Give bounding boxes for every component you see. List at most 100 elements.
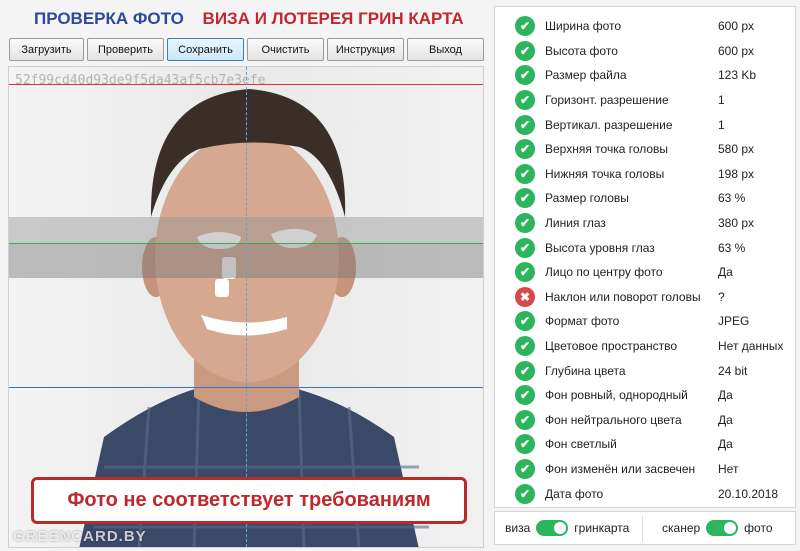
check-value: 198 px: [718, 166, 755, 181]
check-row: ✔ Размер головы 63 %: [495, 186, 795, 211]
check-value: 63 %: [718, 240, 746, 255]
check-label: Линия глаз: [545, 216, 606, 231]
check-label: Наклон или поворот головы: [545, 289, 701, 304]
check-circle-icon: ✔: [515, 336, 535, 357]
check-label: Горизонт. разрешение: [545, 93, 669, 108]
check-label: Вертикал. разрешение: [545, 117, 673, 132]
check-row: ✔ Фон светлый Да: [495, 432, 795, 457]
check-circle-icon: ✔: [515, 434, 535, 455]
check-circle-icon: ✔: [515, 360, 535, 381]
check-value: Да: [718, 265, 733, 280]
check-circle-icon: ✔: [515, 163, 535, 184]
toggle-greencard-label: гринкарта: [574, 521, 630, 535]
check-value: Да: [718, 412, 733, 427]
toggle-divider: [642, 516, 643, 542]
exit-button[interactable]: Выход: [407, 38, 484, 61]
check-row: ✔ Линия глаз 380 px: [495, 211, 795, 236]
toggle-photo-label: фото: [744, 521, 773, 535]
toggle-scanner-label: сканер: [662, 521, 701, 535]
center-line: [246, 67, 247, 547]
check-value: ?: [718, 289, 725, 304]
check-circle-icon: ✔: [515, 237, 535, 258]
check-label: Дата фото: [545, 486, 604, 501]
checks-panel: ✔ Ширина фото 600 px ✔ Высота фото 600 px ✔ Раз…: [494, 6, 796, 508]
check-label: Размер файла: [545, 68, 627, 83]
check-value: 600 px: [718, 19, 755, 34]
check-value: 123 Kb: [718, 68, 757, 83]
check-label: Глубина цвета: [545, 363, 626, 378]
check-label: Лицо по центру фото: [545, 265, 663, 280]
check-circle-icon: ✔: [515, 65, 535, 86]
title-photo-check: ПРОВЕРКА ФОТО: [34, 9, 184, 28]
check-row: ✔ Вертикал. разрешение 1: [495, 112, 795, 137]
check-value: Нет данных: [718, 339, 784, 354]
check-row: ✔ Верхняя точка головы 580 px: [495, 137, 795, 162]
check-row: ✔ Фон изменён или засвечен Нет: [495, 457, 795, 482]
title-visa-greencard: ВИЗА И ЛОТЕРЕЯ ГРИН КАРТА: [202, 9, 464, 28]
check-circle-icon: ✔: [515, 213, 535, 234]
check-label: Размер головы: [545, 191, 629, 206]
check-row: ✔ Высота фото 600 px: [495, 39, 795, 64]
cross-circle-icon: ✖: [515, 286, 535, 307]
check-value: 24 bit: [718, 363, 748, 378]
check-label: Фон нейтрального цвета: [545, 412, 682, 427]
scanner-photo-toggle-group: сканер фото: [662, 512, 773, 544]
check-row: ✔ Высота уровня глаз 63 %: [495, 235, 795, 260]
check-circle-icon: ✔: [515, 188, 535, 209]
check-value: 20.10.2018: [718, 486, 779, 501]
check-row: ✔ Дата фото 20.10.2018: [495, 481, 795, 506]
clear-button[interactable]: Очистить: [247, 38, 324, 61]
check-row: ✔ Горизонт. разрешение 1: [495, 88, 795, 113]
check-row: ✖ Наклон или поворот головы?: [495, 285, 795, 310]
check-value: 580 px: [718, 142, 755, 157]
save-button[interactable]: Сохранить: [167, 38, 244, 61]
verdict-banner: Фото не соответствует требованиям: [31, 477, 467, 524]
watermark: GREENCARD.BY: [13, 528, 147, 545]
check-button[interactable]: Проверить: [87, 38, 164, 61]
check-value: Да: [718, 388, 733, 403]
scanner-photo-switch[interactable]: [706, 520, 739, 536]
check-circle-icon: ✔: [515, 459, 535, 480]
app-title: ПРОВЕРКА ФОТО ВИЗА И ЛОТЕРЕЯ ГРИН КАРТА: [34, 9, 464, 29]
check-value: 1: [718, 117, 725, 132]
check-label: Формат фото: [545, 314, 620, 329]
check-value: 1: [718, 93, 725, 108]
photo-hash: 52f99cd40d93de9f5da43af5cb7e3efe: [15, 73, 266, 88]
check-circle-icon: ✔: [515, 90, 535, 111]
check-value: 380 px: [718, 216, 755, 231]
check-circle-icon: ✔: [515, 311, 535, 332]
check-row: ✔ Ширина фото 600 px: [495, 14, 795, 39]
check-row: ✔ Формат фото JPEG: [495, 309, 795, 334]
check-label: Высота фото: [545, 43, 618, 58]
instruction-button[interactable]: Инструкция: [327, 38, 404, 61]
check-label: Фон ровный, однородный: [545, 388, 688, 403]
check-circle-icon: ✔: [515, 483, 535, 504]
check-circle-icon: ✔: [515, 114, 535, 135]
check-value: Нет: [718, 462, 739, 477]
check-label: Высота уровня глаз: [545, 240, 655, 255]
check-value: 600 px: [718, 43, 755, 58]
check-value: JPEG: [718, 314, 750, 329]
check-circle-icon: ✔: [515, 16, 535, 37]
check-label: Цветовое пространство: [545, 339, 678, 354]
visa-greencard-toggle-group: виза гринкарта: [505, 512, 629, 544]
check-value: 63 %: [718, 191, 746, 206]
check-label: Верхняя точка головы: [545, 142, 669, 157]
check-circle-icon: ✔: [515, 40, 535, 61]
check-label: Фон изменён или засвечен: [545, 462, 696, 477]
toolbar: Загрузить Проверить Сохранить Очистить И…: [9, 38, 484, 61]
check-row: ✔ Фон нейтрального цвета Да: [495, 408, 795, 433]
toggle-visa-label: виза: [505, 521, 531, 535]
check-value: Да: [718, 437, 733, 452]
check-label: Нижняя точка головы: [545, 166, 665, 181]
load-button[interactable]: Загрузить: [9, 38, 84, 61]
check-circle-icon: ✔: [515, 409, 535, 430]
check-row: ✔ Лицо по центру фото Да: [495, 260, 795, 285]
mode-toggles: виза гринкарта сканер фото: [494, 511, 796, 545]
check-label: Ширина фото: [545, 19, 622, 34]
photo-preview[interactable]: 52f99cd40d93de9f5da43af5cb7e3efe Фото не…: [8, 66, 484, 548]
check-row: ✔ Нижняя точка головы 198 px: [495, 162, 795, 187]
check-circle-icon: ✔: [515, 139, 535, 160]
check-row: ✔ Глубина цвета 24 bit: [495, 358, 795, 383]
visa-greencard-switch[interactable]: [536, 520, 569, 536]
